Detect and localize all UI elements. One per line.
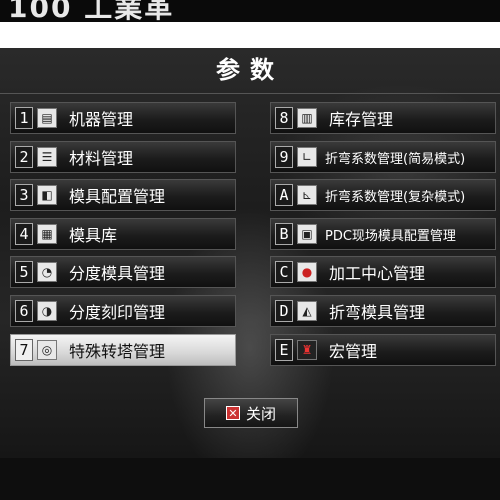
menu-key: 4 <box>15 223 33 245</box>
menu-label: 分度刻印管理 <box>69 303 166 322</box>
menu-label: 特殊转塔管理 <box>69 342 166 361</box>
menu-item-machining-center[interactable]: C ● 加工中心管理 <box>270 256 496 288</box>
menu-item-bend-die-management[interactable]: D ◭ 折弯模具管理 <box>270 295 496 327</box>
parameter-panel: 参数 1 ▤ 机器管理 2 ☰ 材料管理 3 ◧ 模具配置管理 4 ▦ 模具库 … <box>0 48 500 500</box>
machine-icon: ▤ <box>37 108 57 128</box>
pdc-config-icon: ▣ <box>297 224 317 244</box>
die-config-icon: ◧ <box>37 185 57 205</box>
menu-key: A <box>275 184 293 206</box>
brand-logo: 100 工業革 <box>8 0 175 22</box>
title-divider <box>0 93 500 94</box>
bend-complex-icon: ⊾ <box>297 185 317 205</box>
menu-label: 机器管理 <box>69 110 134 129</box>
menu-item-inventory-management[interactable]: 8 ▥ 库存管理 <box>270 102 496 134</box>
menu-item-pdc-die-config[interactable]: B ▣ PDC现场模具配置管理 <box>270 218 496 250</box>
menu-label: 库存管理 <box>329 110 394 129</box>
bend-die-icon: ◭ <box>297 301 317 321</box>
menu-key: 6 <box>15 300 33 322</box>
menu-label: 模具配置管理 <box>69 187 166 206</box>
bottom-band <box>0 458 500 500</box>
menu-label: 折弯系数管理(简易模式) <box>325 151 466 167</box>
menu-label: PDC现场模具配置管理 <box>325 228 456 244</box>
inventory-icon: ▥ <box>297 108 317 128</box>
menu-item-bend-coefficient-simple[interactable]: 9 ∟ 折弯系数管理(简易模式) <box>270 141 496 173</box>
machining-center-icon: ● <box>297 262 317 282</box>
menu-label: 分度模具管理 <box>69 264 166 283</box>
menu-key: B <box>275 223 293 245</box>
menu-item-index-mark-management[interactable]: 6 ◑ 分度刻印管理 <box>10 295 236 327</box>
index-mark-icon: ◑ <box>37 301 57 321</box>
menu-key: 9 <box>275 146 293 168</box>
bend-simple-icon: ∟ <box>297 147 317 167</box>
menu-key: E <box>275 339 293 361</box>
menu-key: 8 <box>275 107 293 129</box>
page-title: 参数 <box>216 56 284 84</box>
menu-label: 宏管理 <box>329 342 378 361</box>
macro-icon: ♜ <box>297 340 317 360</box>
menu-label: 材料管理 <box>69 149 134 168</box>
material-icon: ☰ <box>37 147 57 167</box>
menu-item-machine-management[interactable]: 1 ▤ 机器管理 <box>10 102 236 134</box>
menu-key: 5 <box>15 261 33 283</box>
menu-key: D <box>275 300 293 322</box>
menu-key: 1 <box>15 107 33 129</box>
menu-key: C <box>275 261 293 283</box>
menu-label: 模具库 <box>69 226 118 245</box>
menu-item-die-library[interactable]: 4 ▦ 模具库 <box>10 218 236 250</box>
close-label: 关闭 <box>245 404 276 423</box>
special-turret-icon: ◎ <box>37 340 57 360</box>
close-icon: ✕ <box>225 406 240 420</box>
header-gap <box>0 22 500 48</box>
menu-key: 7 <box>15 339 33 361</box>
menu-key: 2 <box>15 146 33 168</box>
menu-item-index-die-management[interactable]: 5 ◔ 分度模具管理 <box>10 256 236 288</box>
menu-item-macro-management[interactable]: E ♜ 宏管理 <box>270 334 496 366</box>
menu-label: 折弯系数管理(复杂模式) <box>325 189 466 205</box>
menu-key: 3 <box>15 184 33 206</box>
menu-item-material-management[interactable]: 2 ☰ 材料管理 <box>10 141 236 173</box>
die-library-icon: ▦ <box>37 224 57 244</box>
menu-item-bend-coefficient-complex[interactable]: A ⊾ 折弯系数管理(复杂模式) <box>270 179 496 211</box>
menu-item-special-turret-management[interactable]: 7 ◎ 特殊转塔管理 <box>10 334 236 366</box>
menu-label: 加工中心管理 <box>329 264 426 283</box>
menu-item-die-config-management[interactable]: 3 ◧ 模具配置管理 <box>10 179 236 211</box>
index-die-icon: ◔ <box>37 262 57 282</box>
close-button[interactable]: ✕ 关闭 <box>204 398 298 428</box>
top-bar: 100 工業革 <box>0 0 500 22</box>
menu-label: 折弯模具管理 <box>329 303 426 322</box>
